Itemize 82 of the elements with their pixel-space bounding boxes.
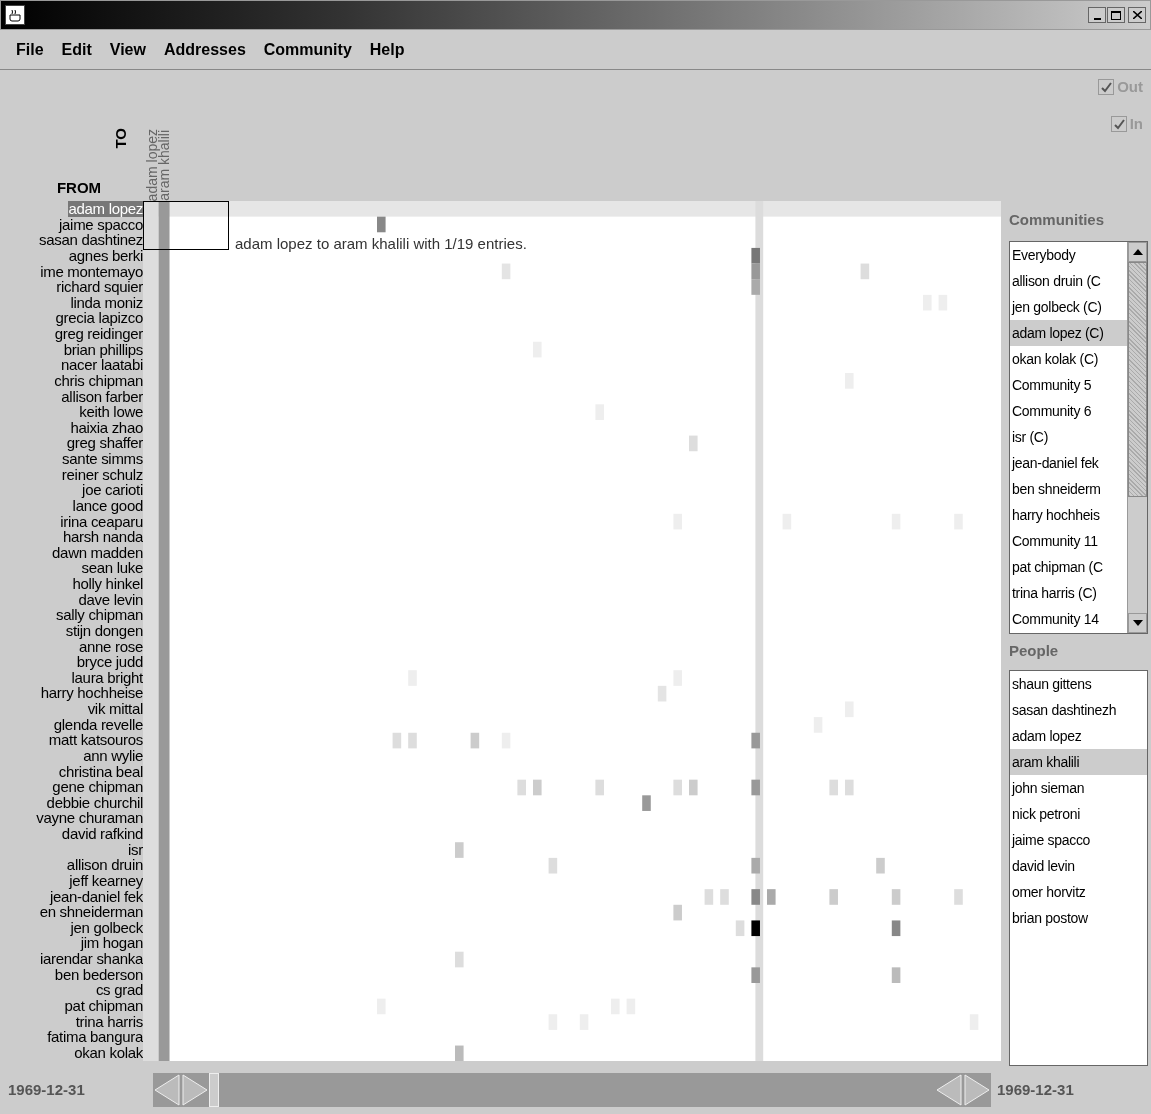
row-label[interactable]: irina ceaparu xyxy=(60,513,143,530)
column-header: aram khalili xyxy=(158,130,170,201)
row-label[interactable]: ime montemayo xyxy=(40,263,143,280)
row-label[interactable]: trina harris xyxy=(75,1013,143,1030)
row-label[interactable]: vayne churaman xyxy=(36,810,143,826)
row-label[interactable]: keith lowe xyxy=(79,404,143,420)
row-label[interactable]: ben bederson xyxy=(54,966,143,983)
row-label[interactable]: vik mittal xyxy=(87,701,143,717)
row-label[interactable]: richard squier xyxy=(56,279,143,295)
row-label[interactable]: isr xyxy=(128,841,143,858)
list-item[interactable]: aram khalili xyxy=(1010,749,1147,776)
list-item[interactable]: adam lopez (C) xyxy=(1010,320,1127,347)
row-label[interactable]: joe carioti xyxy=(82,482,143,498)
row-label[interactable]: sally chipman xyxy=(56,607,143,623)
row-label[interactable]: matt katsouros xyxy=(48,732,143,748)
scroll-down-icon[interactable] xyxy=(1128,612,1147,633)
row-label[interactable]: sean luke xyxy=(81,560,143,576)
end-date: 1969-12-31 xyxy=(996,1079,1074,1100)
row-label[interactable]: david rafkind xyxy=(61,826,143,842)
app-icon xyxy=(5,5,25,25)
row-label[interactable]: fatima bangura xyxy=(47,1029,143,1045)
row-label[interactable]: jen golbeck xyxy=(70,919,143,936)
row-label[interactable]: haixia zhao xyxy=(70,419,143,436)
menu-item[interactable]: Edit xyxy=(61,37,92,62)
row-label[interactable]: linda moniz xyxy=(70,294,143,311)
maximize-button[interactable] xyxy=(1107,7,1125,23)
from-label: FROM xyxy=(56,177,102,198)
row-label[interactable]: jean-daniel fek xyxy=(49,888,143,905)
to-label: TO xyxy=(111,127,131,149)
scroll-up-icon[interactable] xyxy=(1128,242,1147,263)
column-header: adam lopez xyxy=(146,128,158,201)
row-label[interactable]: harry hochheise xyxy=(40,685,143,701)
row-label[interactable]: greg shaffer xyxy=(66,435,143,451)
close-icon xyxy=(1132,11,1142,19)
row-label[interactable]: adam lopez xyxy=(68,201,143,217)
row-label[interactable]: dawn madden xyxy=(52,544,143,561)
minimize-button[interactable] xyxy=(1088,7,1106,23)
row-label[interactable]: brian phillips xyxy=(63,341,143,358)
row-label[interactable]: en shneiderman xyxy=(39,904,143,920)
row-label[interactable]: greg reidinger xyxy=(54,326,143,342)
scroll-thumb[interactable] xyxy=(1128,262,1147,498)
row-label[interactable]: allison druin xyxy=(66,857,143,873)
row-label[interactable]: pat chipman xyxy=(64,997,143,1014)
row-label[interactable]: okan kolak xyxy=(74,1044,143,1061)
menu-item[interactable]: View xyxy=(109,37,146,62)
close-button[interactable] xyxy=(1128,7,1146,23)
row-label[interactable]: cs grad xyxy=(95,982,143,998)
row-label[interactable]: jaime spacco xyxy=(59,216,143,233)
row-label[interactable]: holly hinkel xyxy=(72,576,143,592)
scrollbar[interactable] xyxy=(1127,242,1147,633)
row-label[interactable]: sasan dashtinez xyxy=(39,232,143,248)
section-title: People xyxy=(1009,640,1060,661)
slider-thumb[interactable] xyxy=(209,1073,219,1107)
row-label[interactable]: iarendar shanka xyxy=(39,951,143,967)
row-label[interactable]: christina beal xyxy=(58,763,143,780)
menu-item[interactable]: Addresses xyxy=(163,37,246,62)
row-label[interactable]: gene chipman xyxy=(52,779,143,795)
row-label[interactable]: bryce judd xyxy=(76,654,143,670)
row-label[interactable]: jim hogan xyxy=(80,935,143,951)
row-label[interactable]: stijn dongen xyxy=(65,622,143,639)
section-title: Communities xyxy=(1009,209,1105,230)
menu-item[interactable]: Help xyxy=(369,37,405,62)
start-date: 1969-12-31 xyxy=(7,1079,86,1100)
row-label[interactable]: sante simms xyxy=(62,451,143,467)
row-label[interactable]: ann wylie xyxy=(83,747,143,764)
row-label[interactable]: jeff kearney xyxy=(69,872,143,889)
menu-item[interactable]: Community xyxy=(263,37,352,62)
row-label[interactable]: anne rose xyxy=(78,638,143,655)
row-label[interactable]: agnes berki xyxy=(68,247,143,264)
row-label[interactable]: allison farber xyxy=(61,388,143,405)
row-label[interactable]: grecia lapizco xyxy=(55,310,143,326)
row-label[interactable]: lance good xyxy=(72,497,143,514)
row-label[interactable]: dave levin xyxy=(78,591,143,608)
row-label[interactable]: nacer laatabi xyxy=(61,357,143,373)
tooltip-text: adam lopez to aram khalili with 1/19 entries. xyxy=(235,234,527,254)
row-label[interactable]: chris chipman xyxy=(54,372,143,389)
row-label[interactable]: harsh nanda xyxy=(62,529,143,545)
row-label[interactable]: reiner schulz xyxy=(61,466,143,483)
row-label[interactable]: laura bright xyxy=(71,669,143,686)
menu-item[interactable]: File xyxy=(16,37,44,62)
row-label[interactable]: glenda revelle xyxy=(53,716,143,733)
row-label[interactable]: debbie churchil xyxy=(46,794,143,811)
